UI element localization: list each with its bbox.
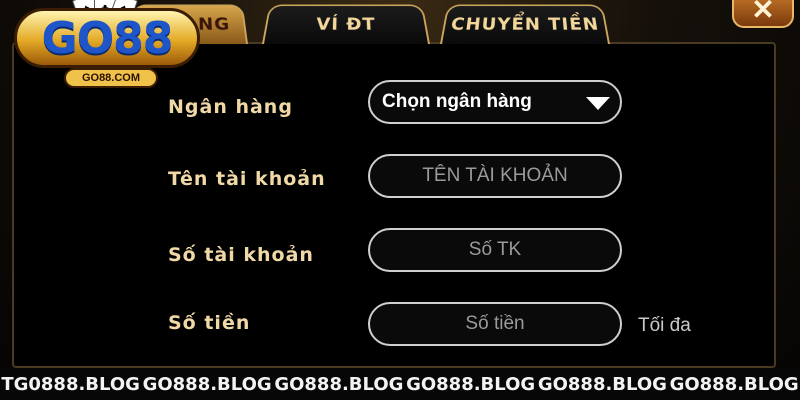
go88-logo: ♠ ♣ ♠ GO88 GO88.COM — [6, 0, 206, 92]
account-number-field[interactable]: Số TK — [368, 228, 622, 272]
tab-transfer[interactable]: CHUYỂN TIỀN — [440, 4, 610, 44]
amount-placeholder: Số tiền — [465, 313, 525, 334]
watermark-text: GO888.BLOG — [142, 373, 272, 395]
logo-text: GO88 — [41, 12, 174, 64]
watermark-text: GO888.BLOG — [406, 373, 536, 395]
tab-e-wallet[interactable]: VÍ ĐT — [262, 4, 430, 44]
watermark-bar: TG0888.BLOG GO888.BLOG GO888.BLOG GO888.… — [0, 368, 800, 400]
close-button[interactable]: ✕ — [732, 0, 794, 28]
account-name-placeholder: TÊN TÀI KHOẢN — [422, 165, 568, 186]
account-name-label: Tên tài khoản — [168, 168, 326, 190]
watermark-text: GO888.BLOG — [274, 373, 404, 395]
amount-label: Số tiền — [168, 312, 251, 334]
watermark-text: TG0888.BLOG — [1, 373, 140, 395]
tab-transfer-label: CHUYỂN TIỀN — [449, 14, 601, 35]
account-name-field[interactable]: TÊN TÀI KHOẢN — [368, 154, 622, 198]
chevron-down-icon — [586, 97, 610, 110]
tab-e-wallet-label: VÍ ĐT — [315, 14, 377, 35]
bank-label: Ngân hàng — [168, 96, 293, 118]
amount-field[interactable]: Số tiền — [368, 302, 622, 346]
max-amount-button[interactable]: Tối đa — [638, 315, 691, 337]
watermark-text: GO888.BLOG — [669, 373, 799, 395]
account-number-placeholder: Số TK — [468, 239, 522, 260]
watermark-text: GO888.BLOG — [537, 373, 667, 395]
close-icon: ✕ — [751, 0, 775, 25]
bank-select-value: Chọn ngân hàng — [382, 91, 532, 112]
logo-badge: GO88 — [14, 8, 200, 68]
account-number-label: Số tài khoản — [168, 244, 314, 266]
logo-subtext: GO88.COM — [64, 68, 158, 88]
bank-select[interactable]: Chọn ngân hàng — [368, 80, 622, 124]
